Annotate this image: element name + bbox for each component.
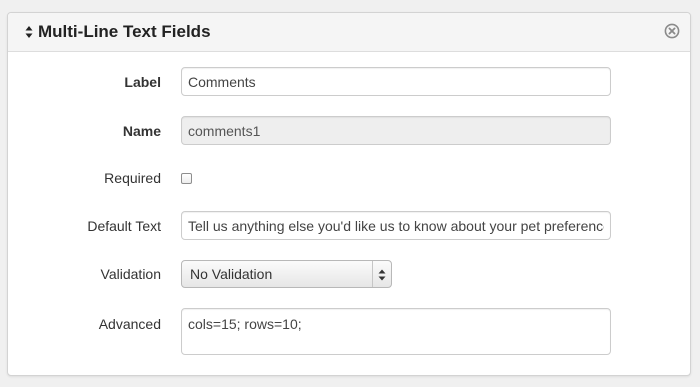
default-text-field-label: Default Text	[87, 218, 161, 234]
validation-selected-value: No Validation	[190, 266, 273, 282]
select-divider	[372, 261, 373, 287]
sort-arrows-icon[interactable]	[25, 25, 33, 39]
panel-title: Multi-Line Text Fields	[38, 22, 211, 41]
select-arrows-icon	[377, 268, 387, 281]
name-field-label: Name	[122, 123, 161, 139]
required-checkbox[interactable]	[181, 173, 192, 184]
close-circle-icon[interactable]	[664, 23, 680, 39]
validation-select[interactable]: No Validation	[181, 260, 392, 288]
default-text-input[interactable]	[181, 211, 611, 240]
panel-header: Multi-Line Text Fields	[8, 13, 690, 52]
label-input[interactable]	[181, 67, 611, 96]
name-input[interactable]	[181, 116, 611, 145]
validation-field-label: Validation	[100, 266, 161, 282]
advanced-textarea[interactable]: cols=15; rows=10;	[181, 308, 611, 355]
label-field-label: Label	[124, 74, 161, 90]
advanced-field-label: Advanced	[98, 316, 161, 332]
required-field-label: Required	[104, 170, 161, 186]
field-settings-panel: Multi-Line Text Fields Label Name Requir…	[7, 12, 691, 376]
